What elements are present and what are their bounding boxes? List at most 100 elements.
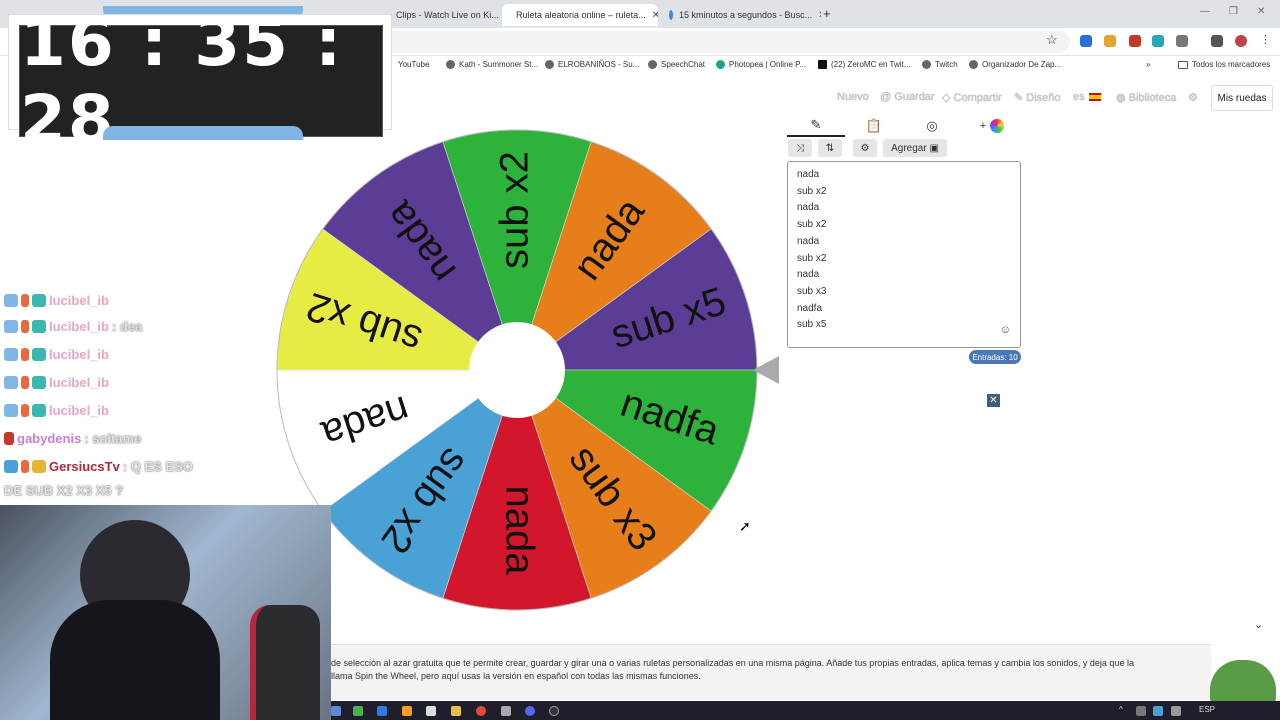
chat-message: gabydenis: soltame (4, 427, 141, 449)
sort-button[interactable]: ⇅ (818, 139, 842, 157)
chat-message: lucibel_ib (4, 343, 112, 365)
tray-icon[interactable] (1136, 706, 1146, 716)
badge-icon (32, 347, 46, 361)
shuffle-button[interactable]: ⤨ (788, 139, 812, 157)
badge-icon (32, 403, 46, 417)
taskbar-app-icon[interactable] (402, 706, 412, 716)
editor-tabs: ✎ 📋 ◎ + (787, 113, 1021, 137)
badge-icon (4, 375, 18, 389)
badge-icon (32, 293, 46, 307)
tray-icon[interactable] (1153, 706, 1163, 716)
entry-line: sub x2 (797, 252, 827, 264)
badge-icon (4, 347, 18, 361)
clock-decoration (103, 126, 303, 140)
plus-icon: + (979, 120, 987, 132)
eye-slash-icon: ◎ (926, 118, 938, 133)
chrome-icon[interactable] (476, 706, 486, 716)
entry-line: nada (797, 169, 820, 180)
sort-icon: ⇅ (825, 142, 835, 154)
pencil-icon: ✎ (810, 117, 822, 132)
keyboard-language[interactable]: ESP (1199, 705, 1215, 714)
badge-icon (21, 375, 29, 389)
chat-text: DE SUB X2 X3 X5 ? (4, 482, 124, 498)
tray-chevron-icon[interactable]: ^ (1119, 705, 1123, 714)
chat-username: GersiucsTv (49, 458, 120, 474)
clock-overlay: 16 : 35 : 28 (8, 4, 392, 158)
webcam-chair (250, 605, 320, 720)
badge-icon (21, 347, 29, 361)
badge-icon (21, 319, 29, 333)
chat-username: lucibel_ib (49, 402, 109, 418)
mouse-cursor-icon: ➚ (739, 518, 751, 534)
badge-icon (4, 319, 18, 333)
webcam-person-body (50, 600, 220, 720)
discord-icon[interactable] (525, 706, 535, 716)
color-wheel-icon (990, 119, 1005, 133)
tab-results[interactable]: 📋 (845, 115, 903, 137)
tab-color[interactable]: + (963, 115, 1021, 137)
emoji-icon[interactable]: ☺ (1000, 322, 1011, 339)
taskbar-app-icon[interactable] (501, 706, 511, 716)
chat-message: lucibel_ib (4, 289, 112, 311)
shuffle-icon: ⤨ (796, 142, 804, 154)
add-image-button[interactable]: Agregar ▣ (883, 139, 947, 157)
entries-textarea[interactable]: nada sub x2 nada sub x2 nada sub x2 nada… (787, 161, 1021, 348)
clipboard-icon: 📋 (865, 118, 883, 133)
crown-badge-icon (32, 459, 46, 473)
wheel-hub[interactable] (469, 322, 565, 418)
entry-line: nada (797, 202, 820, 214)
badge-icon (21, 459, 29, 473)
tab-hidden[interactable]: ◎ (903, 115, 961, 137)
badge-icon (21, 403, 29, 417)
chat-username: gabydenis (17, 430, 82, 446)
add-button-label: Agregar (891, 142, 927, 154)
wheel-segment-label: nada (497, 486, 541, 576)
entry-line: sub x3 (797, 285, 827, 297)
pepper-badge-icon (4, 431, 14, 445)
chat-message: GersiucsTv: Q ES ESO (4, 455, 193, 477)
close-icon[interactable]: ✕ (987, 394, 1000, 407)
entry-line: nada (797, 235, 820, 247)
windows-taskbar: ^ ESP (331, 701, 1280, 720)
chat-message: lucibel_ib (4, 399, 112, 421)
site-description: de selección al azar gratuita que te per… (331, 644, 1211, 700)
entries-count-badge: Entradas: 10 (969, 350, 1021, 364)
taskbar-app-icon[interactable] (377, 706, 387, 716)
chat-message-continued: DE SUB X2 X3 X5 ? (4, 479, 123, 501)
settings-button[interactable]: ⚙ (853, 139, 877, 157)
folder-icon[interactable] (451, 706, 461, 716)
description-line: llama Spin the Wheel, pero aquí usas la … (331, 671, 701, 681)
wheel-segment-label: sub x2 (493, 151, 537, 269)
description-line: de selección al azar gratuita que te per… (331, 658, 1134, 668)
badge-icon (21, 293, 29, 307)
taskbar-app-icon[interactable] (331, 706, 341, 716)
chat-username: lucibel_ib (49, 292, 109, 308)
badge-icon (4, 403, 18, 417)
chat-text: : dea (111, 318, 143, 334)
taskbar-app-icon[interactable] (353, 706, 363, 716)
wheel-pointer-icon (753, 356, 779, 384)
clock-frame: 16 : 35 : 28 (8, 4, 392, 158)
entry-line: sub x5 (797, 319, 827, 331)
taskbar-app-icon[interactable] (426, 706, 436, 716)
entry-line: sub x2 (797, 219, 827, 231)
chat-text: : soltame (84, 430, 142, 446)
chat-username: lucibel_ib (49, 374, 109, 390)
chat-message: lucibel_ib: dea (4, 315, 142, 337)
clock-display: 16 : 35 : 28 (19, 4, 383, 158)
webcam-feed (0, 505, 331, 720)
entry-line: nadfa (797, 302, 823, 314)
obs-icon[interactable] (549, 706, 559, 716)
badge-icon (4, 459, 18, 473)
tray-icon[interactable] (1171, 706, 1181, 716)
badge-icon (32, 375, 46, 389)
badge-icon (4, 293, 18, 307)
badge-icon (32, 319, 46, 333)
chevron-down-icon[interactable]: ⌄ (1254, 618, 1263, 631)
tab-edit[interactable]: ✎ (787, 115, 845, 137)
chat-message: lucibel_ib (4, 371, 112, 393)
gear-icon: ⚙ (860, 142, 870, 154)
entry-line: sub x2 (797, 185, 827, 197)
entry-line: nada (797, 269, 820, 281)
chat-username: lucibel_ib (49, 318, 109, 334)
